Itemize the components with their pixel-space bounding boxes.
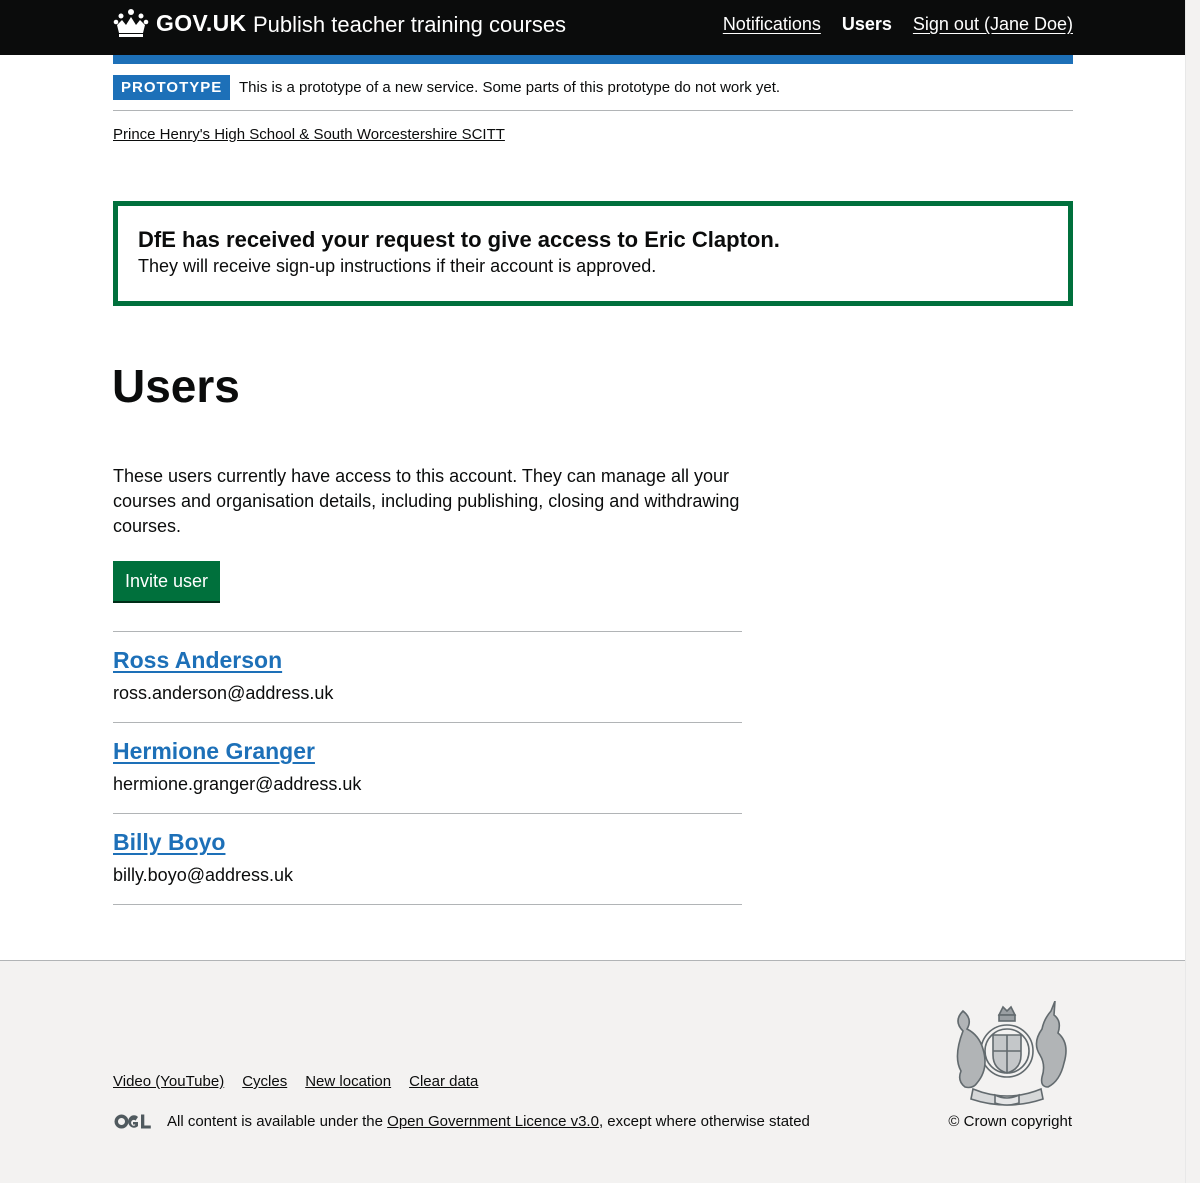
nav-sign-out[interactable]: Sign out (Jane Doe) bbox=[913, 14, 1073, 35]
footer-link-cycles[interactable]: Cycles bbox=[242, 1073, 287, 1090]
footer-link-clear-data[interactable]: Clear data bbox=[409, 1073, 478, 1090]
nav-notifications[interactable]: Notifications bbox=[723, 14, 821, 35]
footer-link-video[interactable]: Video (YouTube) bbox=[113, 1073, 224, 1090]
notification-title: DfE has received your request to give ac… bbox=[138, 227, 780, 252]
phase-banner-text: This is a prototype of a new service. So… bbox=[239, 79, 781, 96]
success-notification-panel: DfE has received your request to give ac… bbox=[113, 201, 1073, 306]
header-navigation: Notifications Users Sign out (Jane Doe) bbox=[723, 14, 1073, 35]
user-email: ross.anderson@address.uk bbox=[113, 683, 334, 703]
header-blue-bar bbox=[113, 55, 1073, 64]
licence-prefix: All content is available under the bbox=[167, 1113, 383, 1130]
govuk-logo-link[interactable]: GOV.UK bbox=[113, 8, 246, 38]
phase-tag: PROTOTYPE bbox=[113, 75, 231, 100]
user-name-link[interactable]: Ross Anderson bbox=[113, 647, 282, 674]
crown-copyright[interactable]: © Crown copyright bbox=[948, 1113, 1072, 1130]
user-email: billy.boyo@address.uk bbox=[113, 865, 294, 885]
nav-users[interactable]: Users bbox=[842, 14, 892, 35]
site-footer: Video (YouTube) Cycles New location Clea… bbox=[0, 960, 1185, 1183]
list-item: Billy Boyo billy.boyo@address.uk bbox=[113, 814, 742, 905]
crown-icon bbox=[113, 9, 149, 37]
user-name-link[interactable]: Hermione Granger bbox=[113, 738, 315, 765]
site-header: GOV.UK Publish teacher training courses … bbox=[0, 0, 1185, 55]
phase-banner: PROTOTYPE This is a prototype of a new s… bbox=[113, 75, 1073, 111]
footer-link-new-location[interactable]: New location bbox=[305, 1073, 391, 1090]
list-item: Hermione Granger hermione.granger@addres… bbox=[113, 723, 742, 814]
licence-link[interactable]: Open Government Licence v3.0 bbox=[387, 1113, 599, 1130]
intro-text: These users currently have access to thi… bbox=[113, 466, 740, 536]
notification-body: They will receive sign-up instructions i… bbox=[138, 255, 657, 276]
user-name-link[interactable]: Billy Boyo bbox=[113, 829, 225, 856]
invite-user-button[interactable]: Invite user bbox=[113, 561, 221, 601]
user-email: hermione.granger@address.uk bbox=[113, 774, 362, 794]
list-item: Ross Anderson ross.anderson@address.uk bbox=[113, 632, 742, 723]
page: GOV.UK Publish teacher training courses … bbox=[0, 0, 1185, 1183]
breadcrumb-organisation-link[interactable]: Prince Henry's High School & South Worce… bbox=[113, 126, 505, 143]
page-title: Users bbox=[112, 360, 240, 412]
ogl-icon bbox=[114, 1114, 151, 1129]
user-list: Ross Anderson ross.anderson@address.uk H… bbox=[113, 631, 742, 905]
service-name[interactable]: Publish teacher training courses bbox=[253, 12, 566, 38]
licence-suffix: , except where otherwise stated bbox=[598, 1113, 810, 1130]
licence-statement: All content is available under the Open … bbox=[113, 1113, 810, 1130]
royal-coat-of-arms-icon[interactable] bbox=[943, 1001, 1071, 1106]
header-container: GOV.UK Publish teacher training courses … bbox=[113, 0, 1073, 55]
scrollbar-track[interactable] bbox=[1185, 0, 1200, 1183]
footer-links: Video (YouTube) Cycles New location Clea… bbox=[113, 1073, 478, 1090]
logo-text: GOV.UK bbox=[156, 9, 247, 36]
